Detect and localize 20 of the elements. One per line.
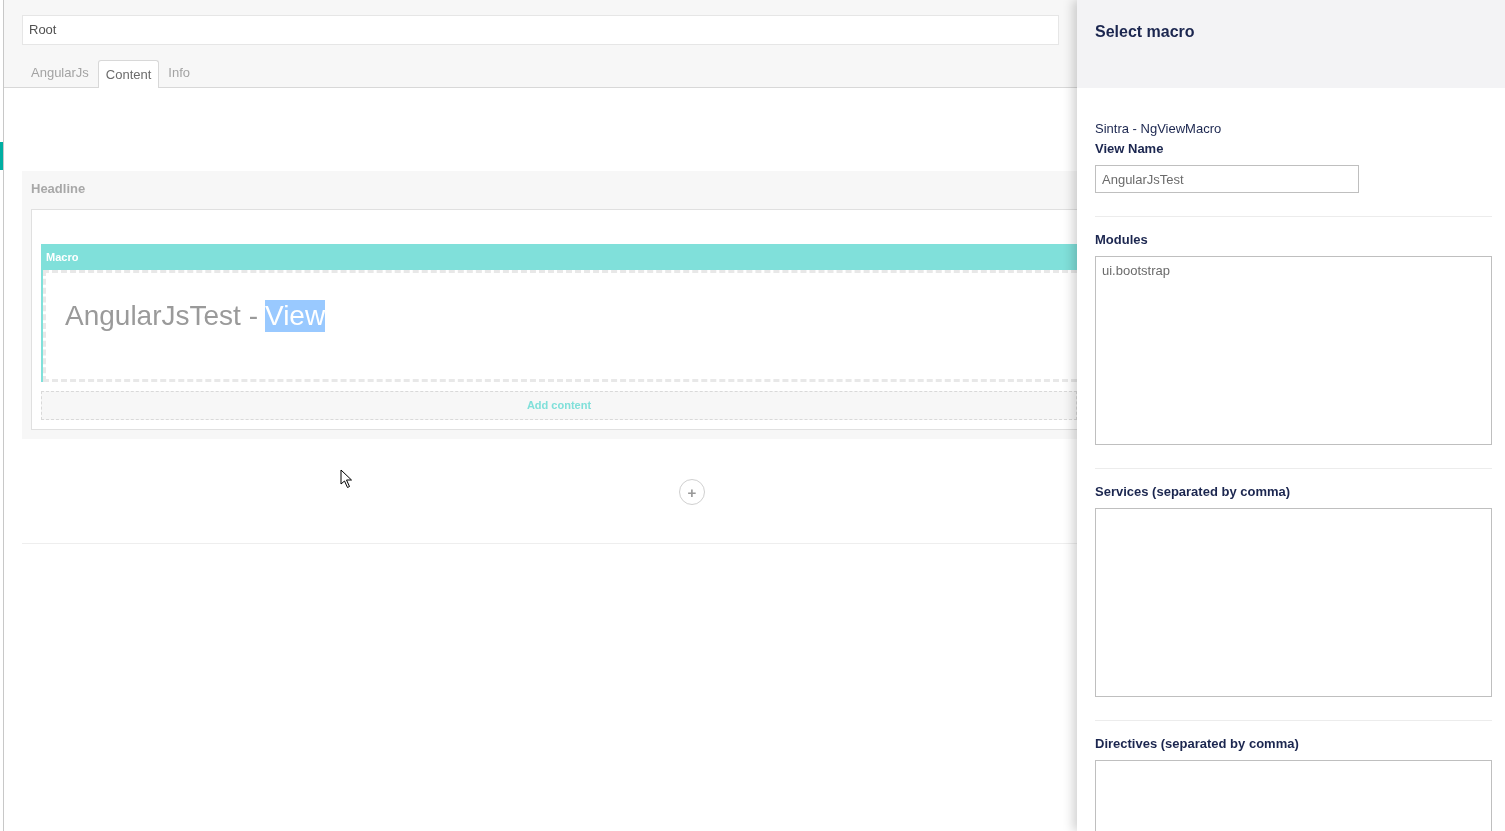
macro-header: Macro (41, 244, 1077, 270)
field-label: Services (separated by comma) (1095, 483, 1291, 500)
name-field[interactable]: Root (22, 15, 1059, 45)
tab[interactable]: Info (159, 59, 200, 87)
section-title: Headline (31, 180, 86, 198)
selected-text: View (264, 300, 326, 332)
field-label: Directives (separated by comma) (1095, 735, 1299, 752)
active-indicator (0, 142, 3, 170)
mouse-pointer-icon (340, 469, 354, 489)
field-label: View Name (1095, 140, 1164, 157)
panel-title: Select macro (1095, 22, 1195, 42)
macro-name: Sintra - NgViewMacro (1095, 120, 1222, 137)
text-area[interactable] (1095, 508, 1492, 697)
field-label: Modules (1095, 231, 1148, 248)
macro-title: AngularJsTest - (65, 300, 258, 332)
tab[interactable]: AngularJs (22, 59, 98, 87)
input-field[interactable]: AngularJsTest (1095, 165, 1359, 193)
macro-preview[interactable]: AngularJsTest - View (41, 270, 1077, 382)
tab[interactable]: Content (97, 60, 160, 88)
text-area[interactable]: ui.bootstrap (1095, 256, 1492, 445)
